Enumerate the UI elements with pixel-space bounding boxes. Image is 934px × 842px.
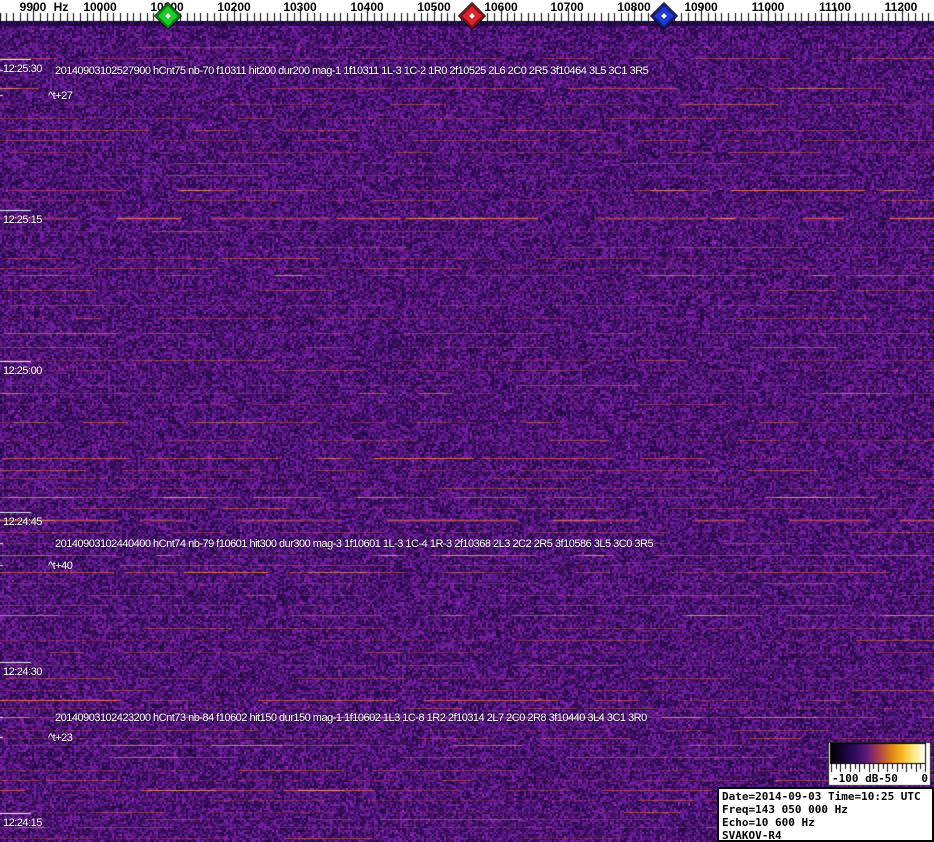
marker-center-dot — [661, 13, 667, 19]
freq-label: 10400 — [350, 0, 384, 14]
colorbar-label: -50 — [878, 772, 898, 785]
freq-label: 10500 — [417, 0, 451, 14]
freq-label: 10900 — [684, 0, 718, 14]
infobox-station-id: SVAKOV-R4 — [722, 829, 782, 842]
freq-label: 11000 — [751, 0, 785, 14]
echo-annotation-time-offset: ^t+27 — [48, 90, 73, 102]
infobox-date-time: Date=2014-09-03 Time=10:25 UTC — [722, 790, 921, 803]
marker-center-dot — [165, 13, 171, 19]
freq-label: 10800 — [617, 0, 651, 14]
status-infobox: Date=2014-09-03 Time=10:25 UTC Freq=143 … — [717, 787, 934, 842]
echo-annotation: 20140903102440400 hCnt74 nb-79 f10601 hi… — [55, 538, 654, 550]
colorbar-label: 0 — [921, 772, 928, 785]
echo-annotation: 20140903102527900 hCnt75 nb-70 f10311 hi… — [55, 65, 649, 77]
echo-annotation: 20140903102423200 hCnt73 nb-84 f10602 hi… — [55, 712, 647, 724]
freq-label: 10600 — [484, 0, 518, 14]
freq-label: 11100 — [818, 0, 852, 14]
freq-label: 9900 — [19, 0, 47, 14]
time-label: 12:24:15 — [3, 817, 42, 829]
marker-center-dot — [469, 13, 475, 19]
colorbar-label: -100 dB — [832, 772, 879, 785]
time-label: 12:25:15 — [3, 214, 42, 226]
freq-label: 10300 — [283, 0, 317, 14]
echo-annotation-time-offset: ^t+23 — [48, 732, 73, 744]
infobox-frequency: Freq=143 050 000 Hz — [722, 803, 848, 816]
freq-label: 10200 — [217, 0, 251, 14]
infobox-echo-frequency: Echo=10 600 Hz — [722, 816, 815, 829]
freq-label: 10000 — [83, 0, 117, 14]
echo-annotation-time-offset: ^t+40 — [48, 560, 73, 572]
freq-label: Hz — [53, 0, 69, 14]
frequency-ruler[interactable]: 9900Hz1000010100102001030010400105001060… — [0, 0, 934, 29]
time-label: 12:25:00 — [3, 365, 42, 377]
freq-label: 10700 — [550, 0, 584, 14]
freq-label: 11200 — [884, 0, 918, 14]
time-label: 12:24:45 — [3, 516, 42, 528]
time-label: 12:25:30 — [3, 63, 42, 75]
meteor-echo-window: 9900Hz1000010100102001030010400105001060… — [0, 0, 934, 842]
time-label: 12:24:30 — [3, 666, 42, 678]
